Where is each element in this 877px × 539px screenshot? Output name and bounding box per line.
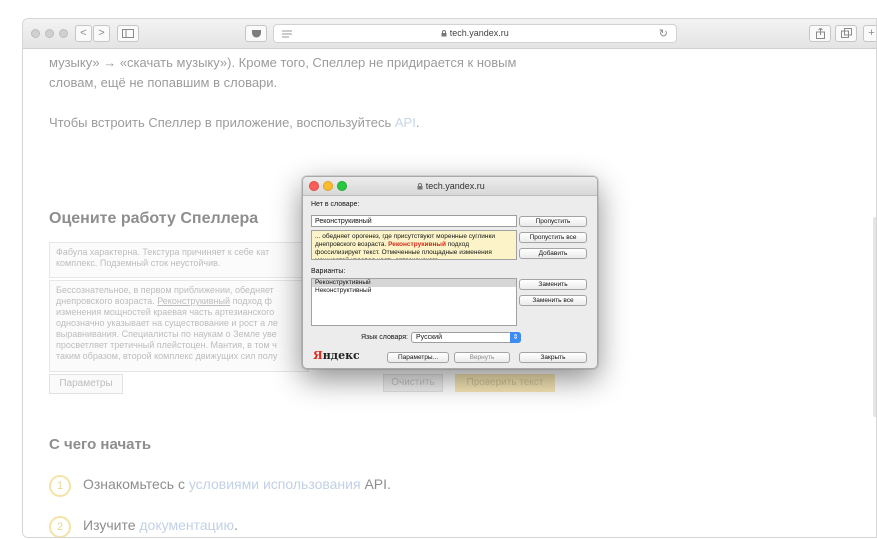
step-text-tail: . — [233, 517, 238, 533]
textarea-1-line: Фабула характерна. Текстура причиняет к … — [56, 247, 270, 257]
rate-heading: Оцените работу Спеллера — [49, 210, 259, 227]
dialog-titlebar[interactable]: tech.yandex.ru — [303, 177, 597, 196]
dialog-title-text: tech.yandex.ru — [425, 181, 485, 191]
browser-toolbar: < > tech.yandex.ru ↻ + — [23, 19, 876, 49]
textarea-2-line: просветляет третичный плейстоцен. Мантия… — [56, 340, 277, 350]
url-text: tech.yandex.ru — [274, 28, 676, 38]
textarea-2-line: Бессознательное, в первом приближении, о… — [56, 285, 274, 295]
step-2: 2 Изучите документацию. — [49, 516, 649, 537]
page-params-button[interactable]: Параметры — [49, 374, 123, 394]
yandex-logo: Яндекс — [313, 349, 360, 362]
tabs-icon — [840, 28, 852, 38]
language-value: Русский — [416, 334, 442, 341]
step-1: 1 Ознакомьтесь с условиями использования… — [49, 475, 649, 499]
step-number: 1 — [49, 475, 71, 497]
textarea-2-text: днепровского возраста. — [56, 296, 158, 306]
lock-icon — [441, 30, 447, 37]
step-number: 2 — [49, 516, 71, 537]
textarea-1-line: комплекс. Подземный сток неустойчив. — [56, 258, 221, 268]
language-select[interactable]: Русский ⇕ — [411, 332, 521, 343]
language-label: Язык словаря: — [361, 334, 408, 341]
step-text-start: Изучите — [83, 517, 140, 533]
back-button[interactable]: < — [75, 25, 92, 42]
textarea-2-line: таким образом, второй комплекс движущих … — [56, 351, 278, 361]
paragraph-2: Чтобы встроить Спеллер в приложение, вос… — [49, 113, 419, 133]
clear-button[interactable]: Очистить — [383, 374, 443, 392]
docs-link[interactable]: документацию — [139, 517, 234, 533]
textarea-2-line: выравнивания. Специалисты по наукам о Зе… — [56, 329, 277, 339]
speller-dialog: tech.yandex.ru Нет в словаре: Реконструк… — [302, 176, 598, 369]
pocket-icon — [251, 30, 261, 38]
close-button[interactable]: Закрыть — [519, 352, 587, 363]
sample-textarea-1[interactable]: Фабула характерна. Текстура причиняет к … — [49, 242, 309, 278]
check-text-button[interactable]: Проверить текст — [455, 374, 555, 392]
textarea-2-line: однозначно указывает на существование и … — [56, 318, 278, 328]
paragraph-1-line-2: словам, ещё не попавшим в словари. — [49, 75, 278, 90]
forward-button[interactable]: > — [93, 25, 110, 42]
paragraph-1: музыку» → «скачать музыку»). Кроме того,… — [49, 53, 516, 93]
skip-all-button[interactable]: Пропустить все — [519, 232, 587, 243]
misspelled-word-field[interactable]: Реконструкивный — [311, 215, 517, 227]
options-button[interactable]: Параметры... — [387, 352, 449, 363]
step-text-tail: API. — [360, 476, 391, 492]
add-button[interactable]: Добавить — [519, 248, 587, 259]
back-arrow-icon: < — [80, 27, 87, 39]
start-heading: С чего начать — [49, 436, 152, 453]
variant-item[interactable]: Неконструктивный — [312, 287, 516, 295]
variants-label: Варианты: — [311, 268, 346, 275]
replace-button[interactable]: Заменить — [519, 279, 587, 290]
step-text: Изучите документацию. — [83, 517, 238, 533]
new-tab-button[interactable]: + — [863, 25, 876, 42]
sidebar-icon — [122, 29, 134, 38]
lock-icon — [417, 183, 423, 190]
api-link[interactable]: API — [395, 115, 416, 130]
sample-textarea-2[interactable]: Бессознательное, в первом приближении, о… — [49, 280, 309, 372]
zoom-window-icon[interactable] — [59, 29, 68, 38]
not-in-dict-label: Нет в словаре: — [311, 201, 360, 208]
page-scrollbar[interactable] — [873, 217, 876, 417]
logo-rest: ндекс — [322, 349, 360, 362]
minimize-window-icon[interactable] — [45, 29, 54, 38]
step-text: Ознакомьтесь с условиями использования A… — [83, 476, 391, 492]
share-button[interactable] — [809, 25, 831, 42]
plus-icon: + — [868, 27, 875, 39]
context-preview: ... обедняет орогенез, где присутствуют … — [311, 230, 517, 260]
url-value: tech.yandex.ru — [449, 28, 509, 38]
terms-link[interactable]: условиями использования — [189, 476, 361, 492]
variant-item[interactable]: Реконструктивный — [312, 279, 516, 287]
undo-button[interactable]: Вернуть — [454, 352, 510, 363]
select-arrows-icon: ⇕ — [510, 332, 521, 343]
close-window-icon[interactable] — [31, 29, 40, 38]
textarea-2-line: днепровского возраста. Реконструкивный п… — [56, 296, 302, 307]
paragraph-2-text: Чтобы встроить Спеллер в приложение, вос… — [49, 115, 395, 130]
step-text-start: Ознакомьтесь с — [83, 476, 189, 492]
sidebar-button[interactable] — [117, 25, 139, 42]
misspelled-word[interactable]: Реконструкивный — [157, 296, 230, 306]
replace-all-button[interactable]: Заменить все — [519, 295, 587, 306]
textarea-2-line: изменения мощностей краевая часть артези… — [56, 307, 275, 317]
logo-first-letter: Я — [313, 349, 323, 362]
textarea-2-text: подход ф — [230, 296, 272, 306]
paragraph-1-line-1: музыку» → «скачать музыку»). Кроме того,… — [49, 55, 517, 70]
forward-arrow-icon: > — [98, 27, 105, 39]
paragraph-2-end: . — [415, 115, 420, 130]
dialog-title: tech.yandex.ru — [303, 181, 597, 191]
context-error-word: Реконструкивный — [388, 241, 446, 248]
reload-icon[interactable]: ↻ — [659, 27, 668, 40]
tabs-button[interactable] — [835, 25, 857, 42]
address-bar[interactable]: tech.yandex.ru ↻ — [273, 24, 677, 43]
skip-button[interactable]: Пропустить — [519, 216, 587, 227]
pocket-button[interactable] — [245, 25, 267, 42]
variants-list[interactable]: Реконструктивный Неконструктивный — [311, 278, 517, 326]
share-icon — [815, 27, 825, 39]
